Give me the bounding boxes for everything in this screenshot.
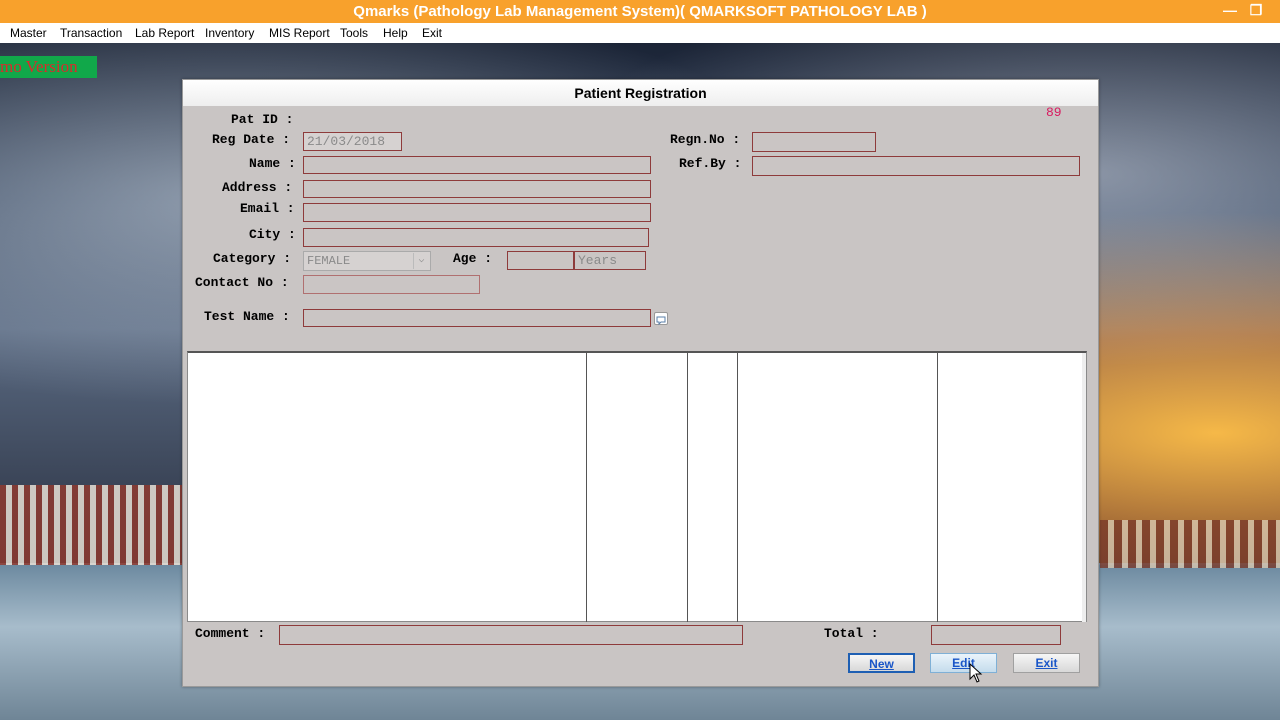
city-field[interactable]	[303, 228, 649, 247]
age-field[interactable]	[507, 251, 574, 270]
address-label: Address :	[222, 180, 293, 195]
menu-bar: Master Transaction Lab Report Inventory …	[0, 23, 1280, 43]
test-items-grid[interactable]	[187, 351, 1087, 622]
window-titlebar: Qmarks (Pathology Lab Management System)…	[0, 0, 1280, 23]
background-buildings-right	[1100, 520, 1280, 568]
pat-id-label: Pat ID :	[231, 112, 294, 127]
edit-button[interactable]: Edit	[930, 653, 997, 673]
menu-tools[interactable]: Tools	[340, 26, 368, 40]
chevron-down-icon[interactable]: ⌵	[413, 253, 429, 269]
regn-no-field[interactable]	[752, 132, 876, 152]
test-name-label: Test Name :	[204, 309, 290, 324]
comment-field[interactable]	[279, 625, 743, 645]
new-button-label: New	[869, 657, 894, 671]
address-field[interactable]	[303, 180, 651, 198]
menu-transaction[interactable]: Transaction	[60, 26, 122, 40]
ref-by-field[interactable]	[752, 156, 1080, 176]
reg-date-field[interactable]: 21/03/2018	[303, 132, 402, 151]
reg-date-label: Reg Date :	[212, 132, 291, 147]
ref-by-label: Ref.By :	[679, 156, 742, 171]
test-name-field[interactable]	[303, 309, 651, 327]
comment-icon[interactable]	[654, 312, 668, 326]
background-buildings-left	[0, 485, 182, 565]
email-field[interactable]	[303, 203, 651, 222]
menu-exit[interactable]: Exit	[422, 26, 442, 40]
mouse-pointer-icon	[969, 662, 983, 683]
menu-master[interactable]: Master	[10, 26, 47, 40]
exit-button[interactable]: Exit	[1013, 653, 1080, 673]
exit-button-label: Exit	[1035, 656, 1058, 670]
category-value: FEMALE	[307, 254, 351, 268]
window-title: Qmarks (Pathology Lab Management System)…	[353, 3, 927, 20]
grid-column-divider	[586, 353, 587, 622]
total-field[interactable]	[931, 625, 1061, 645]
new-button[interactable]: New	[848, 653, 915, 673]
patient-registration-dialog: Patient Registration 89 Pat ID : Reg Dat…	[182, 79, 1099, 687]
contact-no-field[interactable]	[303, 275, 480, 294]
name-label: Name :	[249, 156, 296, 171]
city-label: City :	[249, 227, 296, 242]
comment-label: Comment :	[195, 626, 266, 641]
demo-version-badge: mo Version	[0, 56, 97, 78]
grid-column-divider	[937, 353, 938, 622]
grid-column-divider	[687, 353, 688, 622]
grid-column-divider	[737, 353, 738, 622]
age-unit-field[interactable]: Years	[574, 251, 646, 270]
contact-no-label: Contact No :	[195, 275, 289, 290]
age-label: Age :	[453, 251, 493, 266]
email-label: Email :	[240, 201, 295, 216]
regn-no-label: Regn.No :	[670, 132, 741, 147]
name-field[interactable]	[303, 156, 651, 174]
menu-inventory[interactable]: Inventory	[205, 26, 254, 40]
dialog-title: Patient Registration	[183, 80, 1098, 106]
category-select[interactable]: FEMALE ⌵	[303, 251, 431, 271]
menu-lab-report[interactable]: Lab Report	[135, 26, 194, 40]
menu-mis-report[interactable]: MIS Report	[269, 26, 330, 40]
category-label: Category :	[213, 251, 292, 266]
record-counter: 89	[1046, 105, 1062, 120]
total-label: Total :	[824, 626, 879, 641]
menu-help[interactable]: Help	[383, 26, 408, 40]
grid-scrollbar[interactable]	[1082, 353, 1086, 622]
restore-button[interactable]: ❐	[1241, 0, 1271, 23]
